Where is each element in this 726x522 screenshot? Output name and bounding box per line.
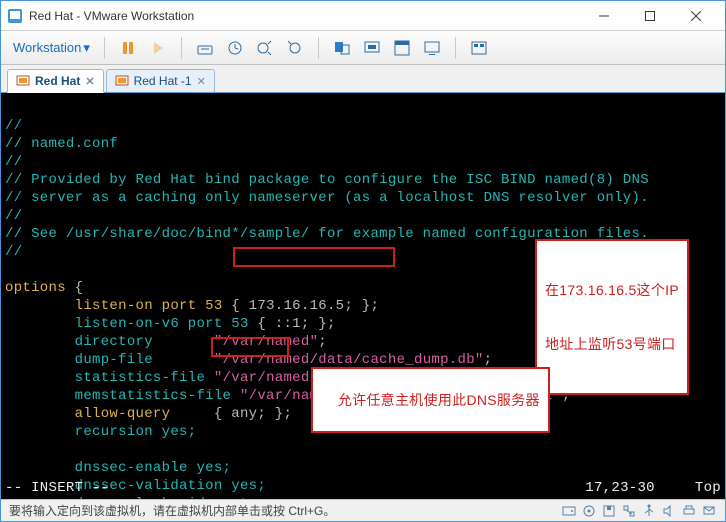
separator <box>455 37 456 59</box>
separator <box>104 37 105 59</box>
sound-icon[interactable] <box>661 503 677 519</box>
highlight-allow-query <box>211 337 289 357</box>
printer-icon[interactable] <box>681 503 697 519</box>
minimize-button[interactable] <box>581 2 627 30</box>
revert-snapshot-button[interactable] <box>282 35 308 61</box>
vi-status-line: -- INSERT -- 17,23-30 Top <box>1 479 725 499</box>
tab-redhat[interactable]: Red Hat ✕ <box>7 69 104 93</box>
pad <box>5 388 75 404</box>
pad <box>5 460 75 476</box>
brace: { <box>66 280 83 296</box>
tab-redhat-1[interactable]: Red Hat -1 ✕ <box>106 69 215 92</box>
titlebar: Red Hat - VMware Workstation <box>1 1 725 31</box>
comment-line: // named.conf <box>5 136 118 152</box>
tab-label: Red Hat -1 <box>134 74 192 88</box>
snapshot-manager-button[interactable] <box>252 35 278 61</box>
directive-recursion: recursion yes; <box>75 424 197 440</box>
floppy-icon[interactable] <box>601 503 617 519</box>
directive-listen-on-v6: listen-on-v6 port 53 <box>75 316 249 332</box>
vm-console[interactable]: // // named.conf // // Provided by Red H… <box>1 93 725 499</box>
comment-line: // server as a caching only nameserver (… <box>5 190 649 206</box>
show-console-button[interactable] <box>329 35 355 61</box>
vi-mode: -- INSERT -- <box>5 479 109 497</box>
comment-line: // <box>5 118 22 134</box>
play-button[interactable] <box>145 35 171 61</box>
directive-allow-query: allow-query <box>75 406 214 422</box>
directive-memstats-file: memstatistics-file <box>75 388 240 404</box>
annotation-allow-query: 允许任意主机使用此DNS服务器 <box>311 367 550 433</box>
separator <box>181 37 182 59</box>
annotation-text: 允许任意主机使用此DNS服务器 <box>338 392 540 408</box>
fit-guest-button[interactable] <box>359 35 385 61</box>
pad <box>5 370 75 386</box>
vi-position: 17,23-30 <box>585 479 655 497</box>
separator <box>318 37 319 59</box>
directive-dnssec-enable: dnssec-enable yes; <box>75 460 232 476</box>
pad <box>5 316 75 332</box>
window-title: Red Hat - VMware Workstation <box>29 9 581 23</box>
chevron-down-icon: ▾ <box>83 40 90 56</box>
directive-directory: directory <box>75 334 214 350</box>
annotation-text: 在173.16.16.5这个IP <box>545 281 679 299</box>
semi: ; <box>318 334 327 350</box>
directive-dump-file: dump-file <box>75 352 214 368</box>
annotation-text: 地址上监听53号端口 <box>545 335 679 353</box>
thumbnail-bar-button[interactable] <box>466 35 492 61</box>
device-icons <box>561 503 717 519</box>
vm-icon <box>16 74 30 88</box>
pad <box>5 334 75 350</box>
value: { any; }; <box>214 406 292 422</box>
fullscreen-button[interactable] <box>419 35 445 61</box>
snapshot-button[interactable] <box>222 35 248 61</box>
close-icon[interactable]: ✕ <box>85 75 94 88</box>
vm-icon <box>115 74 129 88</box>
message-icon[interactable] <box>701 503 717 519</box>
keyword-options: options <box>5 280 66 296</box>
annotation-listen: 在173.16.16.5这个IP 地址上监听53号端口 <box>535 239 689 395</box>
pad <box>5 424 75 440</box>
pause-button[interactable] <box>115 35 141 61</box>
comment-line: // Provided by Red Hat bind package to c… <box>5 172 649 188</box>
vi-location: Top <box>695 479 721 497</box>
tab-bar: Red Hat ✕ Red Hat -1 ✕ <box>1 65 725 93</box>
comment-line: // <box>5 208 22 224</box>
app-icon <box>7 8 23 24</box>
usb-icon[interactable] <box>641 503 657 519</box>
pad <box>5 406 75 422</box>
cd-icon[interactable] <box>581 503 597 519</box>
send-ctrl-alt-del-button[interactable] <box>192 35 218 61</box>
semi: ; <box>484 352 493 368</box>
workstation-menu[interactable]: Workstation ▾ <box>9 36 94 60</box>
status-message: 要将输入定向到该虚拟机，请在虚拟机内部单击或按 Ctrl+G。 <box>9 502 335 519</box>
window-controls <box>581 2 719 30</box>
close-icon[interactable]: ✕ <box>197 75 206 88</box>
hdd-icon[interactable] <box>561 503 577 519</box>
network-icon[interactable] <box>621 503 637 519</box>
pad <box>5 352 75 368</box>
pad <box>5 298 75 314</box>
comment-line: // <box>5 244 22 260</box>
directive-listen-on: listen-on port 53 <box>75 298 223 314</box>
status-bar: 要将输入定向到该虚拟机，请在虚拟机内部单击或按 Ctrl+G。 <box>1 499 725 521</box>
comment-line: // <box>5 154 22 170</box>
tab-label: Red Hat <box>35 74 80 88</box>
toolbar: Workstation ▾ <box>1 31 725 65</box>
unity-button[interactable] <box>389 35 415 61</box>
value: { 173.16.16.5; }; <box>223 298 380 314</box>
directive-statistics-file: statistics-file <box>75 370 214 386</box>
maximize-button[interactable] <box>627 2 673 30</box>
highlight-listen-on <box>233 247 395 267</box>
workstation-menu-label: Workstation <box>13 40 81 55</box>
value: { ::1; }; <box>249 316 336 332</box>
close-button[interactable] <box>673 2 719 30</box>
